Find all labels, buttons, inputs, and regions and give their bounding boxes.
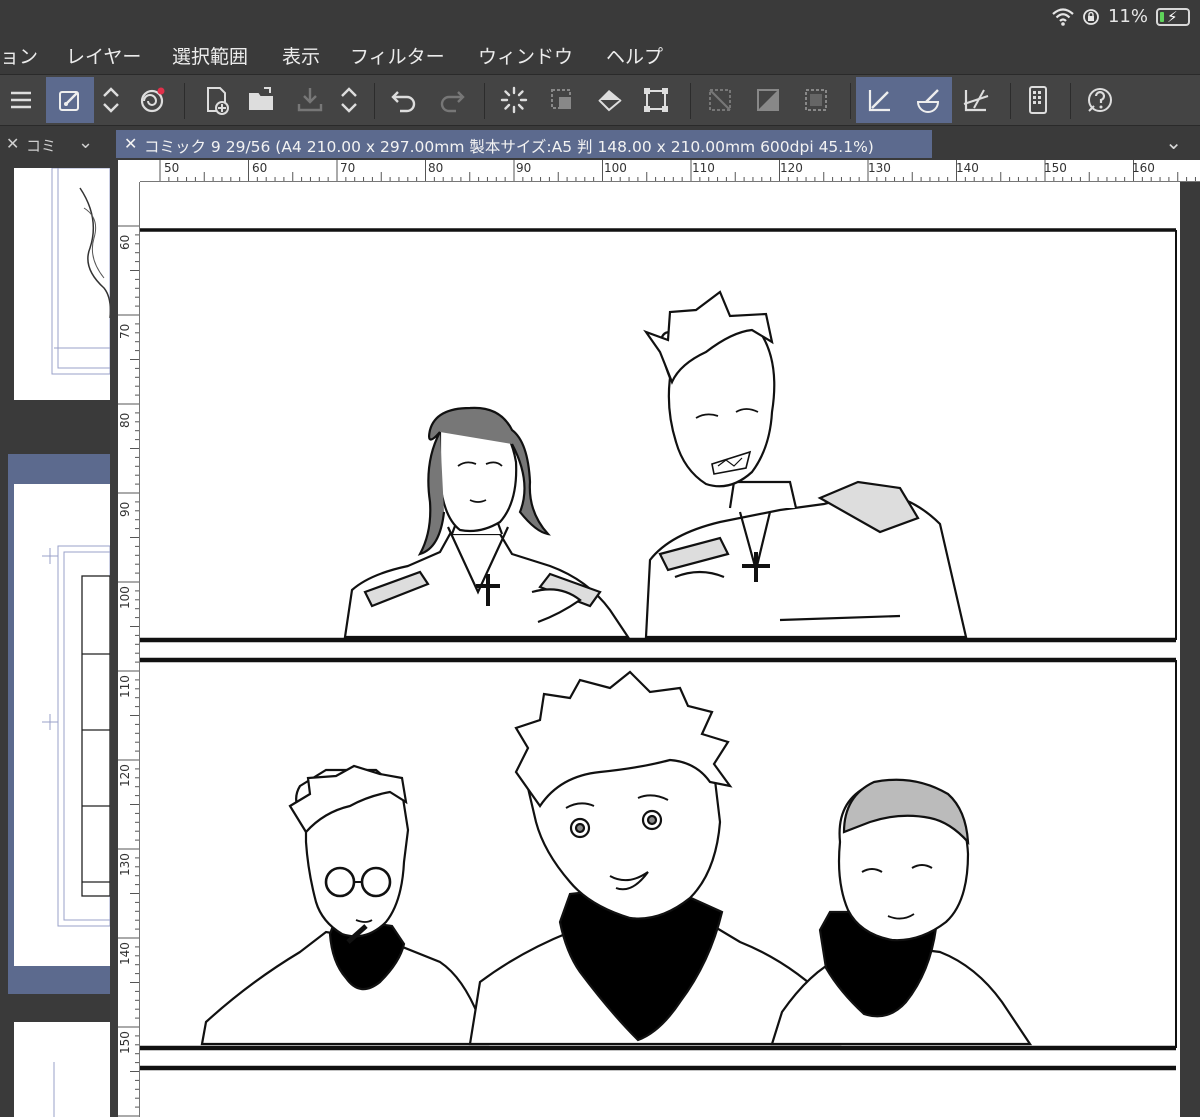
horizontal-ruler[interactable]: 50 60 70 80 90 100 110 120 130 140 150 1… [140, 160, 1200, 182]
battery-icon: ⚡ [1156, 7, 1190, 26]
device-icon[interactable] [1016, 77, 1060, 123]
ruler-label: 90 [118, 501, 132, 517]
toolbar-separator [1070, 83, 1071, 119]
brush-snap-icon[interactable] [904, 77, 952, 123]
fill-gray-icon[interactable] [746, 77, 790, 123]
expand-arrows-icon[interactable] [332, 77, 366, 123]
ruler-perspective-icon[interactable] [954, 77, 998, 123]
spiral-tool-icon[interactable] [130, 77, 174, 123]
ruler-label: 110 [692, 161, 715, 175]
clip-studio-window: 11% ⚡ ョン レイヤー 選択範囲 表示 フィルター ウィンドウ ヘルプ ✕ … [0, 0, 1200, 1117]
hamburger-menu-icon[interactable] [0, 77, 42, 123]
battery-percent: 11% [1107, 6, 1148, 27]
swap-arrows-icon[interactable] [94, 77, 128, 123]
fill-bucket-icon[interactable] [588, 77, 632, 123]
undo-icon[interactable] [382, 77, 426, 123]
ruler-label: 50 [164, 161, 180, 175]
drawing-canvas[interactable] [140, 182, 1180, 1117]
new-page-icon[interactable] [194, 77, 238, 123]
ruler-label: 90 [516, 161, 532, 175]
ruler-label: 150 [1044, 161, 1067, 175]
manga-page-artwork [140, 228, 1177, 1071]
toolbar-separator [374, 83, 375, 119]
character-officer-grinning [643, 290, 968, 639]
document-tab[interactable]: ✕ コミック 9 29/56 (A4 210.00 x 297.00mm 製本サ… [116, 130, 932, 158]
ruler-label: 100 [118, 586, 132, 609]
ruler-label: 130 [868, 161, 891, 175]
vertical-ruler[interactable]: 60 70 80 90 100 110 120 130 140 150 [118, 182, 140, 1117]
import-icon[interactable] [288, 77, 332, 123]
select-dashed-icon[interactable] [794, 77, 838, 123]
ruler-label: 140 [118, 942, 132, 965]
chevron-down-icon[interactable]: ⌄ [1165, 130, 1182, 154]
character-buzzcut-smiling [770, 778, 1033, 1046]
page-manager-tab-label: コミ [26, 137, 57, 155]
toolbar-separator [184, 83, 185, 119]
canvas-scroll-gutter[interactable] [1180, 182, 1200, 1117]
ruler-label: 70 [118, 323, 132, 339]
character-blond-smiling [468, 670, 842, 1046]
help-icon[interactable] [1078, 77, 1122, 123]
close-icon[interactable]: ✕ [6, 134, 19, 153]
ruler-label: 120 [118, 764, 132, 787]
menu-bar: ョン レイヤー 選択範囲 表示 フィルター ウィンドウ ヘルプ [0, 34, 1200, 74]
ruler-snap-icon[interactable] [856, 77, 904, 123]
menu-filter[interactable]: フィルター [350, 42, 445, 69]
ruler-label: 160 [1132, 161, 1155, 175]
ruler-label: 80 [428, 161, 444, 175]
ruler-label: 60 [118, 234, 132, 250]
chevron-down-icon[interactable]: ⌄ [78, 132, 93, 153]
ruler-label: 70 [340, 161, 356, 175]
menu-selection[interactable]: 選択範囲 [172, 42, 248, 69]
toolbar-separator [690, 83, 691, 119]
page-thumbnail[interactable] [14, 167, 110, 400]
toolbar-separator [850, 83, 851, 119]
transform-icon[interactable] [634, 77, 678, 123]
ios-status-bar: 11% ⚡ [0, 0, 1200, 34]
character-officer-longhair [343, 406, 631, 639]
rotation-lock-icon [1083, 8, 1099, 25]
page-thumbnail-current[interactable] [14, 484, 110, 966]
lasso-loading-icon[interactable] [492, 77, 536, 123]
character-glasses-smoker [200, 764, 490, 1046]
close-icon[interactable]: ✕ [124, 134, 137, 153]
document-tab-title: コミック 9 29/56 (A4 210.00 x 297.00mm 製本サイズ… [144, 138, 874, 156]
ruler-label: 60 [252, 161, 268, 175]
select-marquee-icon[interactable] [540, 77, 584, 123]
page-manager-tab[interactable]: ✕ コミ ⌄ [0, 130, 110, 160]
pen-tool-icon[interactable] [46, 77, 94, 123]
ruler-label: 150 [118, 1031, 132, 1054]
page-thumbnail[interactable] [14, 1022, 110, 1117]
ruler-label: 110 [118, 675, 132, 698]
wifi-icon [1052, 7, 1074, 26]
command-bar [0, 74, 1200, 126]
menu-window[interactable]: ウィンドウ [478, 42, 573, 69]
document-tab-bar: ✕ コミック 9 29/56 (A4 210.00 x 297.00mm 製本サ… [110, 126, 1200, 160]
ruler-label: 120 [780, 161, 803, 175]
status-indicators: 11% ⚡ [1052, 6, 1190, 27]
ruler-label: 100 [604, 161, 627, 175]
menu-help[interactable]: ヘルプ [606, 42, 663, 69]
ruler-corner [118, 160, 140, 182]
menu-layer[interactable]: レイヤー [66, 42, 141, 69]
toolbar-separator [484, 83, 485, 119]
menu-animation[interactable]: ョン [0, 42, 38, 69]
ruler-label: 140 [956, 161, 979, 175]
ruler-label: 130 [118, 853, 132, 876]
clear-selection-icon[interactable] [698, 77, 742, 123]
open-folder-icon[interactable] [240, 77, 284, 123]
redo-icon[interactable] [430, 77, 474, 123]
menu-view[interactable]: 表示 [282, 42, 320, 69]
page-manager-panel: ✕ コミ ⌄ [0, 126, 110, 1117]
ruler-label: 80 [118, 412, 132, 428]
toolbar-separator [1010, 83, 1011, 119]
